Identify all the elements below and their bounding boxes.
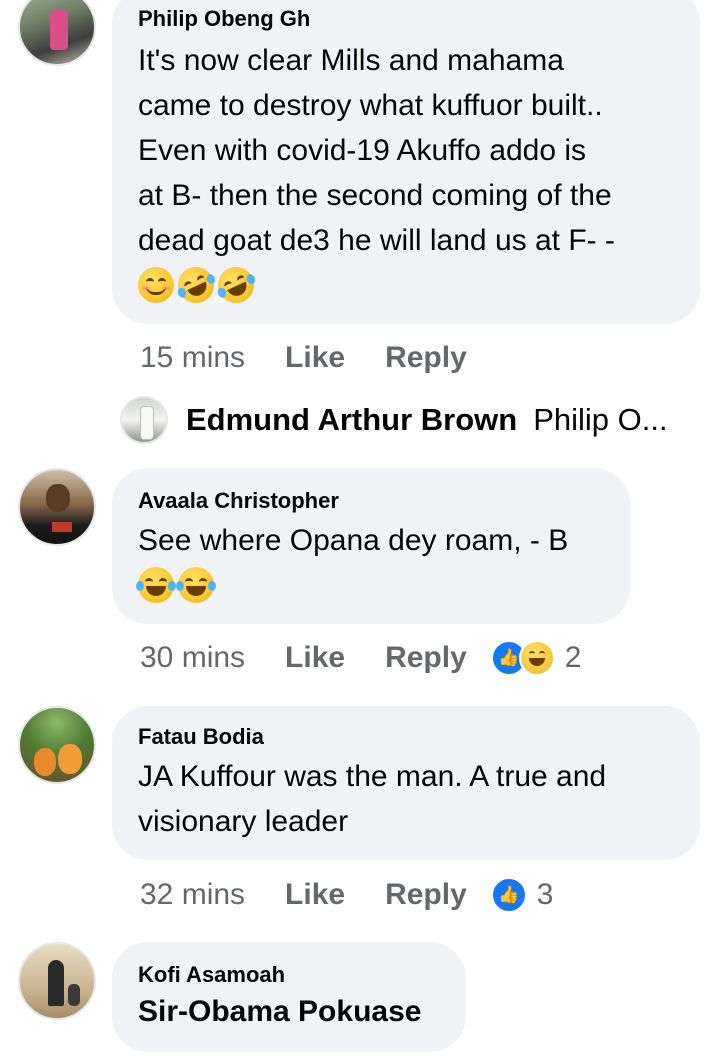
comment-text: Sir-Obama Pokuase — [138, 995, 422, 1028]
comment-bubble: Fatau Bodia JA Kuffour was the man. A tr… — [112, 706, 700, 860]
emoji-row — [138, 261, 674, 309]
comment-meta: 15 mins Like Reply — [140, 340, 467, 376]
reply-preview[interactable]: Edmund Arthur Brown Philip O... — [120, 396, 668, 444]
avatar[interactable] — [18, 706, 96, 784]
haha-reaction-icon — [518, 640, 555, 676]
smiling-face-emoji — [138, 267, 174, 303]
reply-button[interactable]: Reply — [385, 640, 467, 676]
comment-author[interactable]: Philip Obeng Gh — [138, 6, 674, 32]
reaction-summary[interactable]: 👍 3 — [490, 877, 554, 913]
comment-bubble: Philip Obeng Gh It's now clear Mills and… — [112, 0, 700, 324]
reaction-summary[interactable]: 👍 2 — [490, 640, 582, 676]
avatar[interactable] — [18, 942, 96, 1020]
reply-text: Philip O... — [533, 402, 668, 437]
reaction-count: 3 — [536, 878, 554, 911]
comment-meta: 30 mins Like Reply 👍 2 — [140, 640, 581, 676]
reaction-count: 2 — [564, 641, 582, 674]
avatar[interactable] — [18, 468, 96, 546]
emoji-row — [136, 567, 604, 603]
comment-author[interactable]: Kofi Asamoah — [138, 962, 440, 988]
like-reaction-icon: 👍 — [490, 877, 527, 913]
comment-text: JA Kuffour was the man. A true and visio… — [138, 760, 607, 838]
avatar[interactable] — [120, 396, 168, 444]
rolling-laughing-emoji — [212, 261, 260, 309]
avatar[interactable] — [18, 0, 96, 66]
comment-time[interactable]: 32 mins — [140, 877, 245, 913]
comment-text: See where Opana dey roam, - B — [138, 524, 569, 557]
tears-of-joy-emoji — [176, 567, 216, 603]
reply-button[interactable]: Reply — [385, 340, 467, 376]
like-button[interactable]: Like — [285, 340, 345, 376]
comment-author[interactable]: Avaala Christopher — [138, 488, 604, 514]
reply-author[interactable]: Edmund Arthur Brown — [186, 402, 517, 438]
rolling-laughing-emoji — [172, 261, 220, 309]
comment-author[interactable]: Fatau Bodia — [138, 724, 674, 750]
comment-meta: 32 mins Like Reply 👍 3 — [140, 877, 553, 913]
like-button[interactable]: Like — [285, 640, 345, 676]
reply-button[interactable]: Reply — [385, 877, 467, 913]
tears-of-joy-emoji — [136, 567, 176, 603]
like-button[interactable]: Like — [285, 877, 345, 913]
comment-text: It's now clear Mills and mahama came to … — [138, 44, 615, 257]
comment-bubble: Avaala Christopher See where Opana dey r… — [112, 468, 630, 624]
comment-time[interactable]: 30 mins — [140, 640, 245, 676]
comment-bubble: Kofi Asamoah Sir-Obama Pokuase — [112, 942, 466, 1052]
comment-time[interactable]: 15 mins — [140, 340, 245, 376]
